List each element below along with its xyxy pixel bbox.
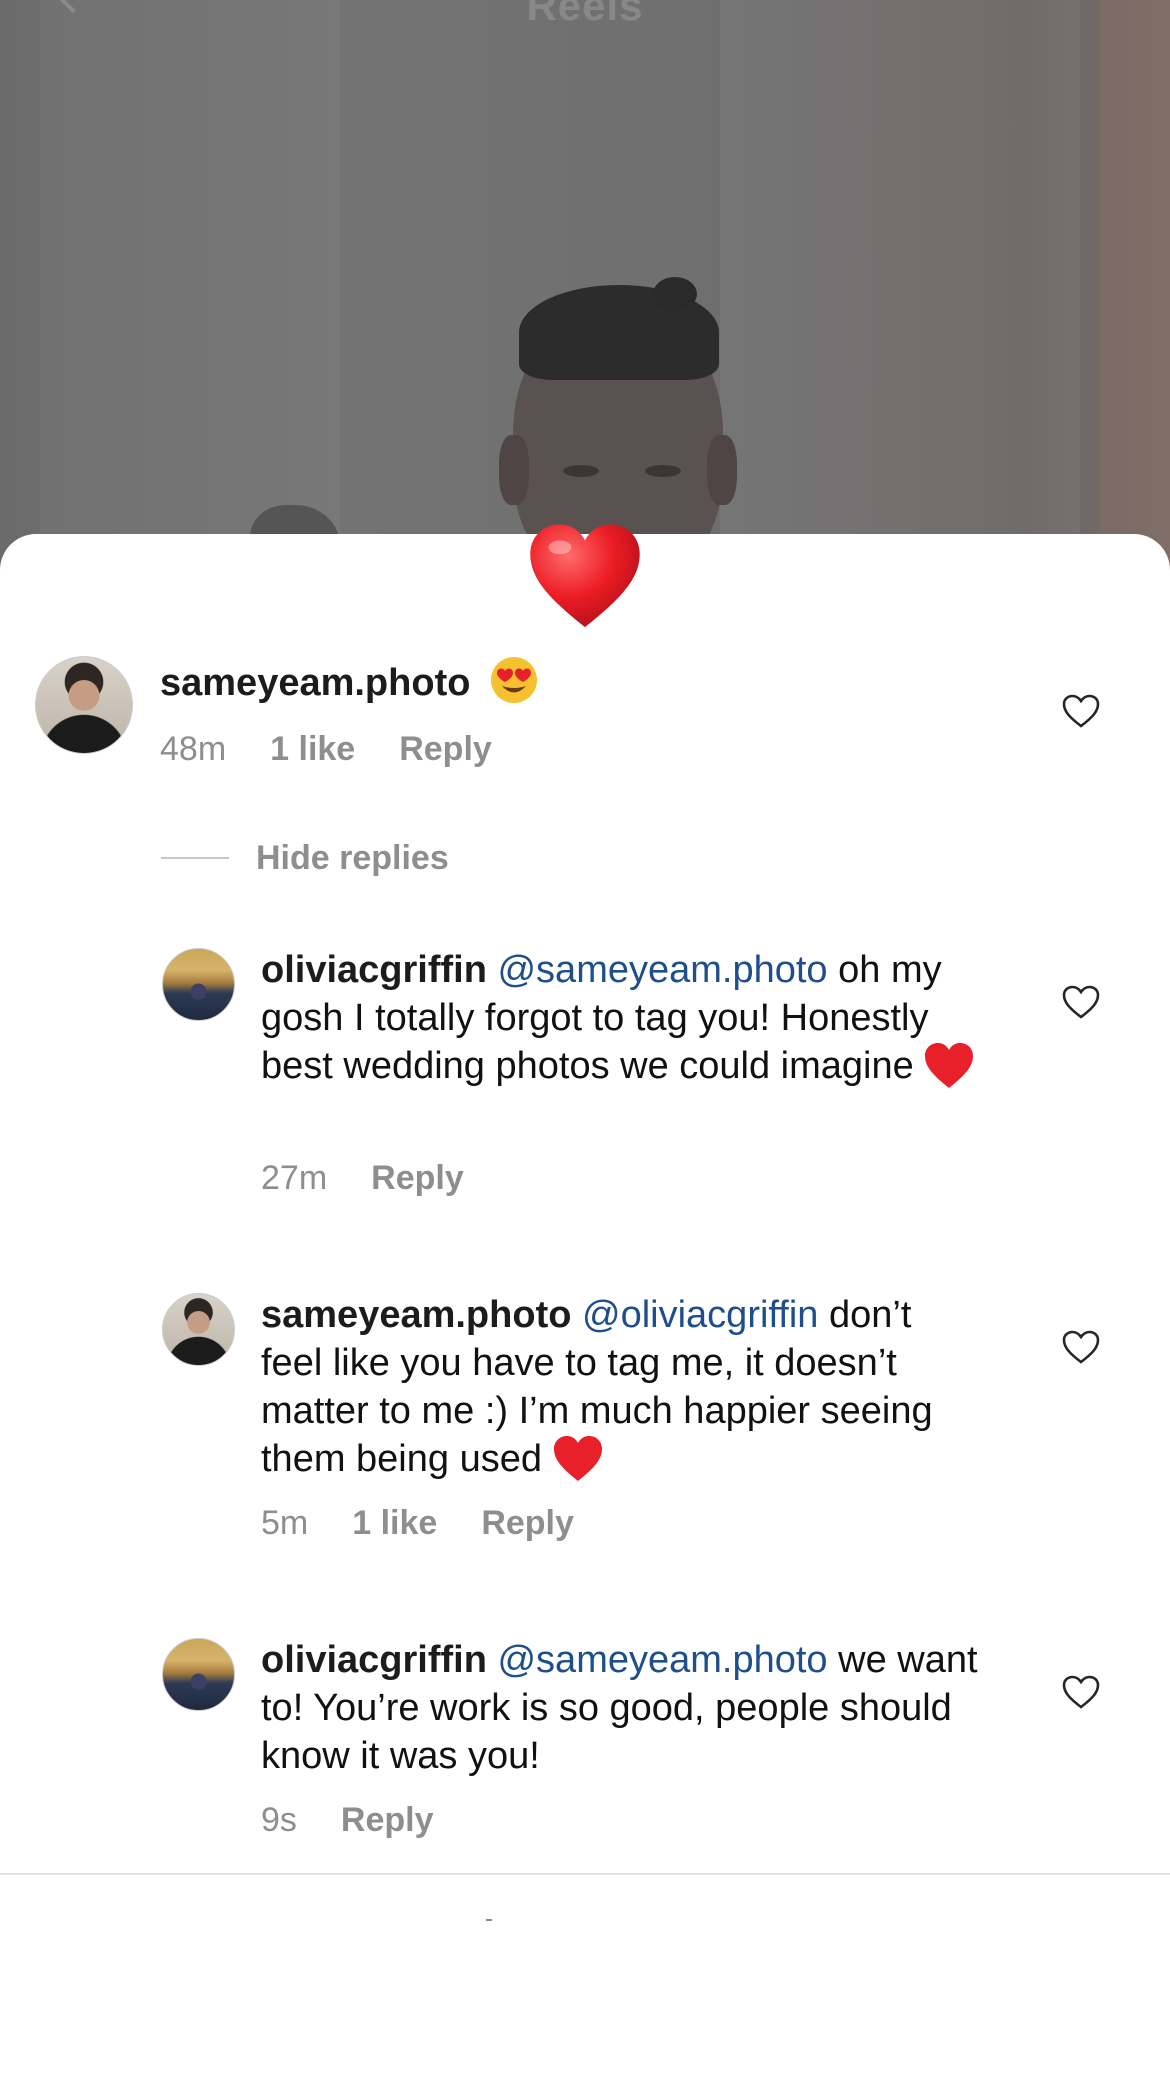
avatar[interactable] [162, 948, 235, 1021]
reply-button[interactable]: Reply [481, 1504, 574, 1542]
mention-link[interactable]: @sameyeam.photo [497, 949, 827, 991]
heart-outline-icon[interactable] [1061, 693, 1101, 729]
reply-username[interactable]: oliviacgriffin [261, 949, 487, 991]
reply-time: 27m [261, 1159, 328, 1197]
heart-eyes-emoji-icon [491, 657, 538, 703]
reply-likes[interactable]: 1 like [352, 1504, 437, 1542]
comment-time: 48m [160, 730, 227, 768]
reply-button[interactable]: Reply [399, 730, 492, 768]
comment-meta: 48m 1 like Reply [160, 730, 536, 769]
mention-link[interactable]: @oliviacgriffin [582, 1294, 818, 1336]
comment-text: sameyeam.photo [160, 655, 800, 707]
reply-time: 9s [261, 1801, 297, 1839]
reply-button[interactable]: Reply [371, 1159, 464, 1197]
red-heart-emoji-icon [925, 1043, 974, 1088]
heart-emoji-icon [530, 524, 640, 628]
mention-link[interactable]: @sameyeam.photo [497, 1639, 827, 1681]
reply-meta: 27m Reply [261, 1159, 508, 1198]
heart-outline-icon[interactable] [1061, 1674, 1101, 1710]
reply-meta: 5m 1 like Reply [261, 1504, 618, 1543]
hide-replies-button[interactable]: Hide replies [161, 834, 449, 882]
comment-input-divider [0, 1873, 1170, 1875]
heart-outline-icon[interactable] [1061, 1329, 1101, 1365]
background-panel [720, 0, 1080, 580]
divider-line [161, 857, 229, 859]
reply-text: oliviacgriffin @sameyeam.photo oh my gos… [261, 946, 981, 1090]
background-panel [40, 0, 340, 580]
reply-text: oliviacgriffin @sameyeam.photo we want t… [261, 1636, 981, 1780]
reply-username[interactable]: sameyeam.photo [261, 1294, 571, 1336]
input-cursor [486, 1919, 492, 1921]
reply-time: 5m [261, 1504, 309, 1542]
comment-likes[interactable]: 1 like [270, 730, 355, 768]
avatar[interactable] [162, 1638, 235, 1711]
reel-video-background: Reels [0, 0, 1170, 580]
page-title: Reels [526, 0, 644, 29]
reply-username[interactable]: oliviacgriffin [261, 1639, 487, 1681]
avatar[interactable] [162, 1293, 235, 1366]
reply-text: sameyeam.photo @oliviacgriffin don’t fee… [261, 1291, 981, 1483]
avatar[interactable] [35, 656, 133, 754]
heart-outline-icon[interactable] [1061, 984, 1101, 1020]
red-heart-emoji-icon [553, 1436, 602, 1481]
comment-username[interactable]: sameyeam.photo [160, 662, 470, 704]
reply-meta: 9s Reply [261, 1801, 478, 1840]
reply-button[interactable]: Reply [341, 1801, 434, 1839]
background-edge [1100, 0, 1170, 580]
hide-replies-label: Hide replies [256, 838, 449, 877]
